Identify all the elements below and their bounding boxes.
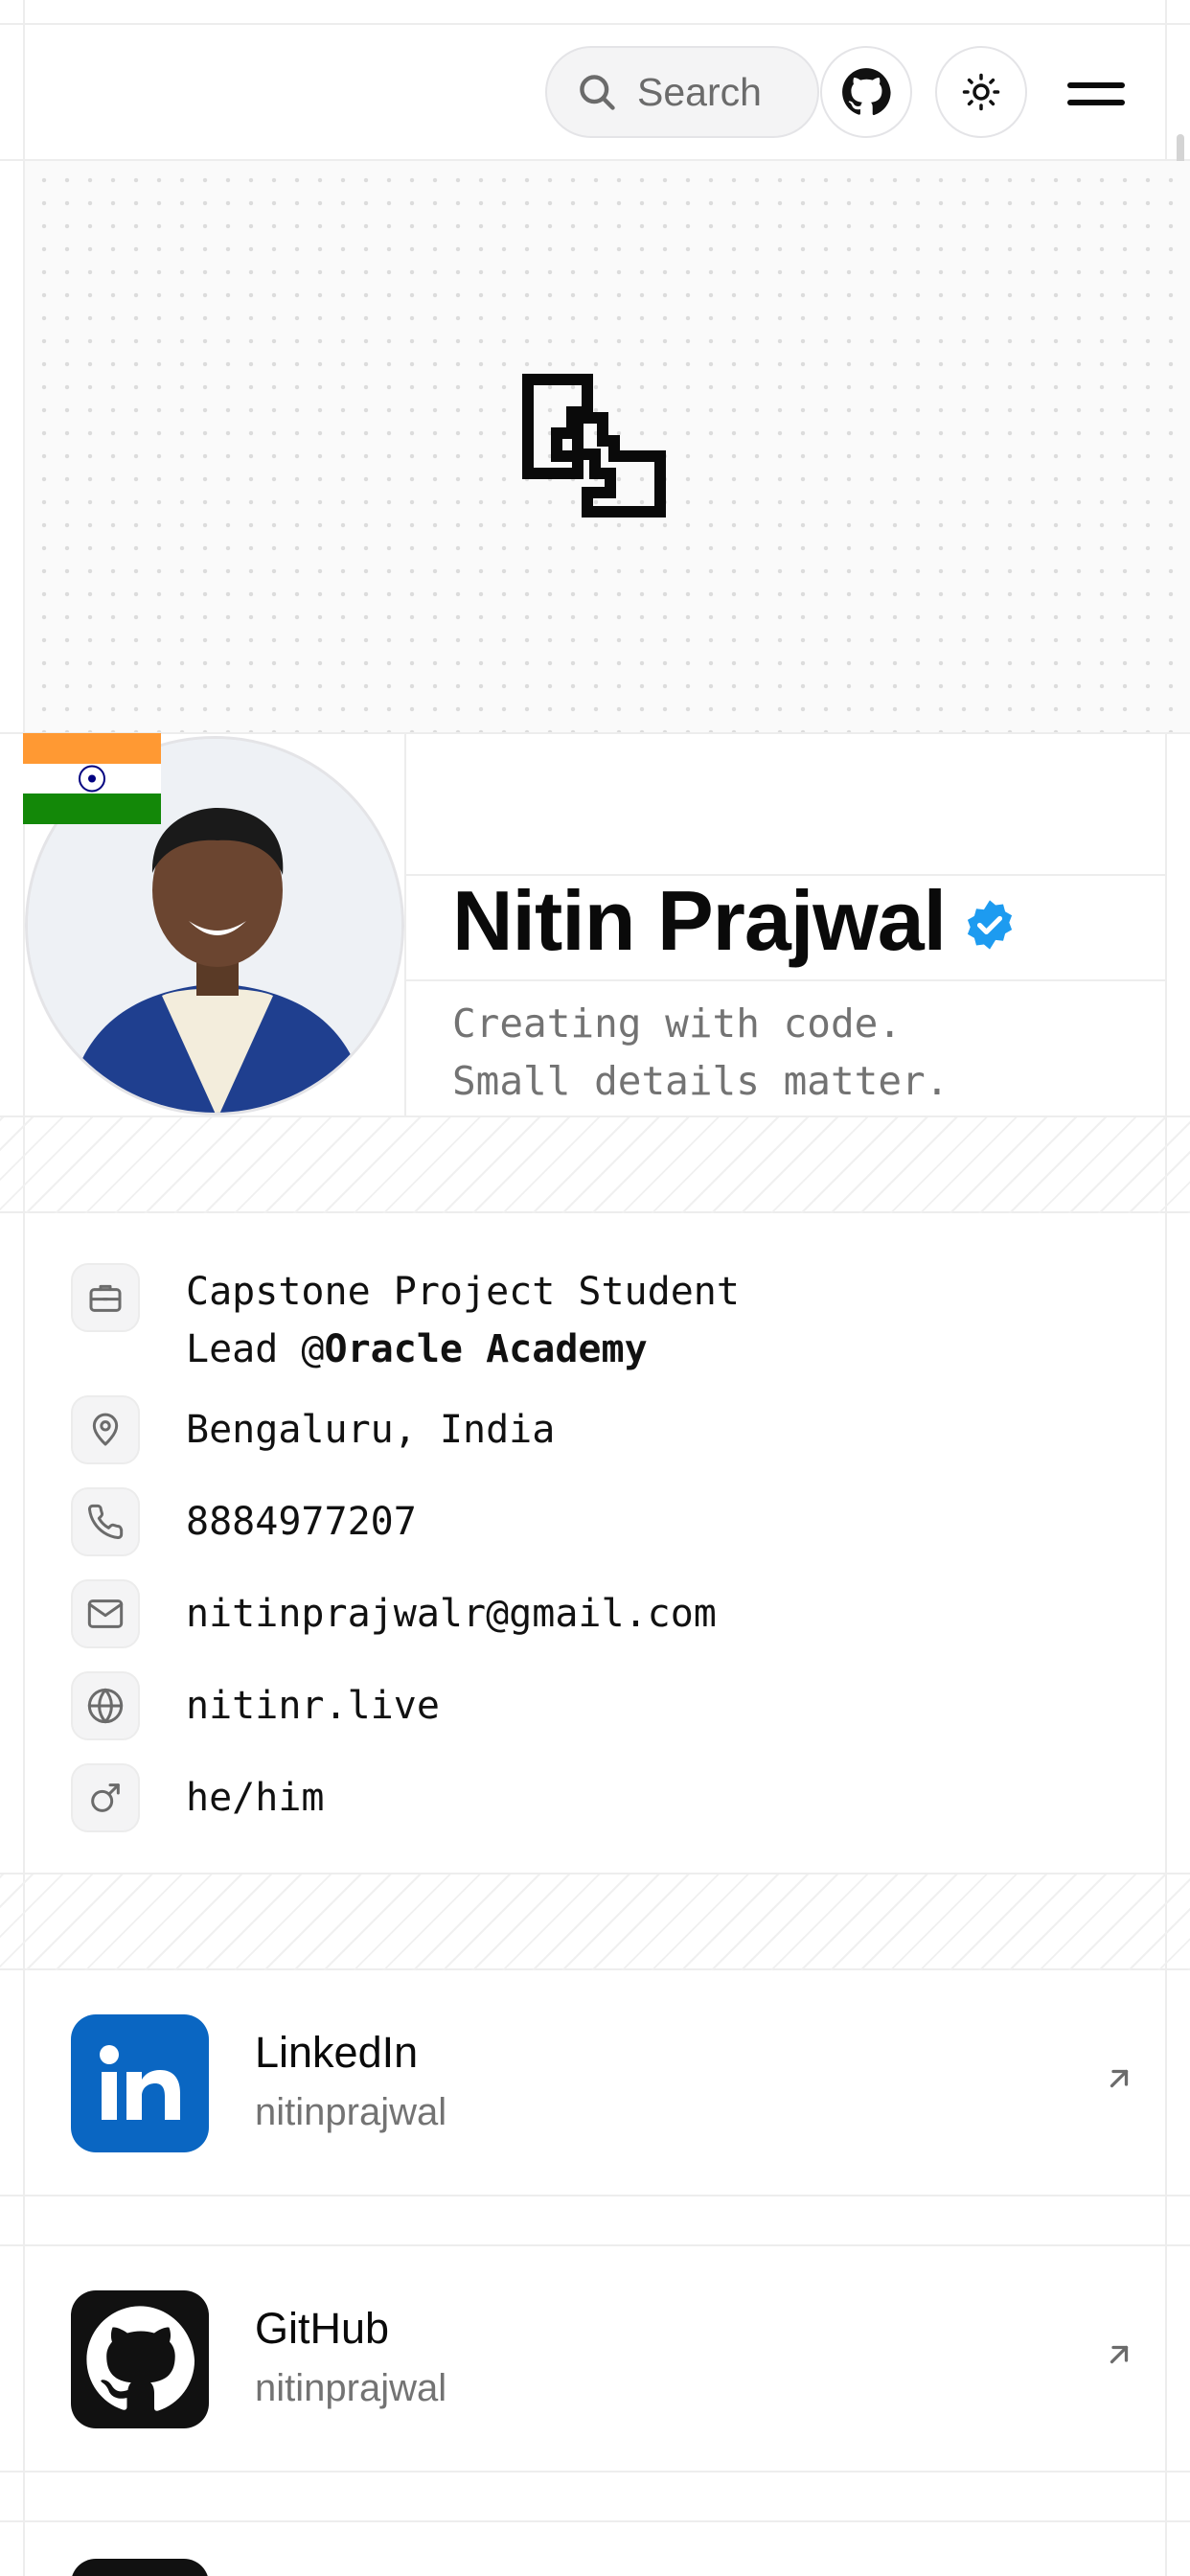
social-link-next[interactable] [71, 2559, 209, 2576]
website-link[interactable]: nitinr.live [186, 1677, 440, 1735]
job-org: Oracle Academy [324, 1327, 648, 1371]
tagline: Creating with code. Small details matter… [452, 995, 949, 1110]
github-icon [71, 2290, 209, 2428]
profile-name: Nitin Prajwal [452, 873, 947, 968]
info-item-pronouns: he/him [71, 1763, 325, 1832]
brand-logo-icon [522, 374, 666, 518]
info-item-website[interactable]: nitinr.live [71, 1671, 440, 1740]
briefcase-icon [71, 1263, 140, 1332]
hamburger-menu-button[interactable] [1067, 65, 1125, 123]
male-symbol-icon [71, 1763, 140, 1832]
location-text: Bengaluru, India [186, 1408, 556, 1452]
profile-header-box [404, 734, 406, 1116]
info-item-email[interactable]: nitinprajwalr@gmail.com [71, 1579, 717, 1648]
social-link-github[interactable]: GitHub nitinprajwal [0, 2246, 1190, 2472]
job-title: Capstone Project Student [186, 1270, 740, 1314]
hatched-separator [0, 1117, 1190, 1213]
tagline-line: Small details matter. [452, 1058, 950, 1104]
info-item-job: Capstone Project Student Lead @Oracle Ac… [71, 1263, 740, 1378]
pronouns-text: he/him [186, 1776, 325, 1820]
job-org-line: Lead @Oracle Academy [186, 1321, 740, 1378]
search-icon [580, 75, 615, 110]
name-row: Nitin Prajwal [452, 872, 1017, 970]
social-handle: nitinprajwal [255, 2367, 447, 2409]
email-link[interactable]: nitinprajwalr@gmail.com [186, 1585, 717, 1643]
search-label: Search [637, 69, 762, 114]
github-button[interactable] [820, 46, 912, 138]
external-link-arrow-icon [1110, 2345, 1129, 2364]
social-handle: nitinprajwal [255, 2091, 447, 2133]
job-role-prefix: Lead @ [186, 1327, 325, 1371]
top-nav: Search [23, 23, 1190, 159]
social-title: LinkedIn [255, 2028, 419, 2077]
linkedin-icon [71, 2014, 209, 2152]
phone-link[interactable]: 8884977207 [186, 1493, 417, 1551]
external-link-arrow-icon [1110, 2069, 1129, 2088]
mail-icon [71, 1579, 140, 1648]
map-pin-icon [71, 1395, 140, 1464]
tagline-line: Creating with code. [452, 1000, 902, 1046]
divider [0, 2520, 1190, 2522]
globe-icon [71, 1671, 140, 1740]
hatched-separator [0, 1874, 1190, 1970]
sun-icon [962, 73, 1000, 111]
divider [0, 732, 1190, 734]
theme-toggle-button[interactable] [935, 46, 1027, 138]
india-flag-icon [23, 733, 161, 824]
menu-bar [1067, 82, 1125, 88]
verified-badge-icon [968, 900, 1013, 950]
phone-icon [71, 1487, 140, 1556]
info-item-phone[interactable]: 8884977207 [71, 1487, 417, 1556]
social-link-linkedin[interactable]: LinkedIn nitinprajwal [0, 1970, 1190, 2196]
search-button[interactable]: Search [545, 46, 819, 138]
menu-bar [1067, 100, 1125, 105]
social-title: GitHub [255, 2304, 390, 2353]
info-item-location: Bengaluru, India [71, 1395, 555, 1464]
github-icon [842, 68, 891, 116]
divider [404, 979, 1165, 981]
